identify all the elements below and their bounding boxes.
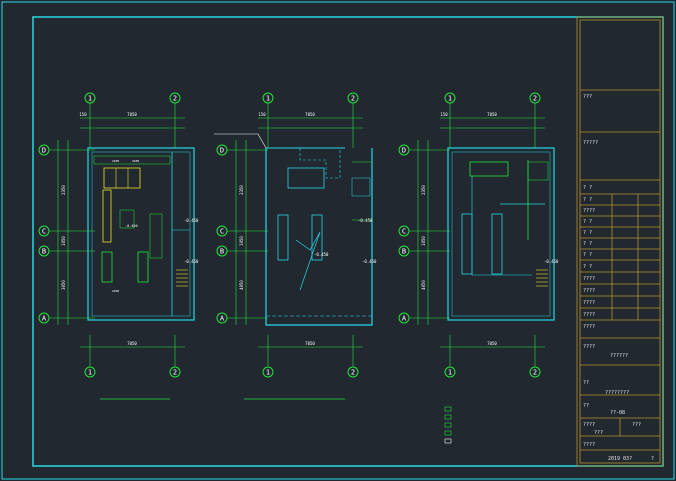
svg-text:? ?: ? ?: [583, 230, 592, 236]
level-label: -0.450: [358, 218, 373, 223]
axis-label: D: [42, 147, 46, 155]
dimension-text: 7050: [305, 112, 315, 117]
side-dimension: 4050: [239, 280, 244, 290]
tb-row2: ?????: [583, 140, 598, 146]
tb-scale-label: ????: [583, 422, 595, 428]
axis-label: 2: [533, 95, 537, 103]
svg-text:? ?: ? ?: [583, 197, 592, 203]
axis-label: 2: [173, 95, 177, 103]
svg-text:????: ????: [583, 300, 595, 306]
legend: [444, 406, 452, 444]
axis-label: 2: [533, 369, 537, 377]
axis-label: C: [220, 228, 224, 236]
side-dimension: 1050: [61, 236, 66, 246]
tb-row3: ? ?: [583, 185, 592, 191]
dimension-text: 7050: [305, 341, 315, 346]
stair: [536, 269, 548, 287]
axis-label: D: [402, 147, 406, 155]
axis-label: A: [42, 315, 47, 323]
equipment: [137, 251, 149, 283]
axis-label: C: [42, 228, 46, 236]
tb-date-value: 2019 03?: [608, 456, 632, 462]
axis-label: 1: [88, 369, 92, 377]
dimension-text: 7050: [487, 341, 497, 346]
svg-text:????: ????: [583, 312, 595, 318]
tb-date-label: ????: [583, 442, 595, 448]
plan-3: 1 2 7050 150 7050 1 2 D C B A 2350 1050 …: [398, 92, 559, 444]
room-label: -0.450: [125, 224, 138, 228]
tb-project-label: ????: [583, 324, 595, 330]
dimension-text: 7050: [127, 341, 137, 346]
tb-page-value: ?: [651, 456, 654, 462]
dimension-text: 150: [440, 112, 448, 117]
axis-label: 2: [351, 369, 355, 377]
axis-label: A: [402, 315, 407, 323]
equipment: [102, 189, 112, 243]
axis-label: B: [42, 248, 46, 256]
svg-text:????: ????: [583, 208, 595, 214]
tb-drawing-value: ????????: [605, 390, 629, 396]
dimension-text: 150: [79, 112, 87, 117]
axis-label: C: [402, 228, 406, 236]
tb-drawing-label2: ??: [583, 380, 589, 386]
room-label: 2400: [132, 159, 139, 163]
axis-label: 1: [266, 369, 270, 377]
title-block-text: ??? ????? ? ? ? ? ???? ? ? ? ? ? ? ? ? ?…: [583, 94, 654, 462]
tb-row1: ???: [583, 94, 592, 100]
axis-label: 1: [448, 369, 452, 377]
svg-text:? ?: ? ?: [583, 241, 592, 247]
svg-text:? ?: ? ?: [583, 264, 592, 270]
equipment: [103, 167, 141, 189]
axis-label: 1: [448, 95, 452, 103]
plan-1: 1 2 7050 150 7050 1 2 D C B A 2350 1050 …: [38, 92, 199, 400]
side-dimension: 3050: [61, 280, 66, 290]
side-dimension: 2350: [61, 185, 66, 195]
svg-text:????: ????: [583, 288, 595, 294]
side-dimension: 2350: [239, 185, 244, 195]
svg-text:? ?: ? ?: [583, 219, 592, 225]
level-label: -0.450: [362, 259, 377, 264]
room-label: 2400: [112, 159, 119, 163]
dimension-text: 7050: [127, 112, 137, 117]
level-label: -0.450: [544, 259, 559, 264]
room-label: 2400: [112, 289, 119, 293]
dimension-text: 150: [258, 112, 266, 117]
tb-scale-value: ???: [594, 430, 603, 436]
tb-drawing-label: ????: [583, 344, 595, 350]
side-dimension: 4050: [421, 280, 426, 290]
room-outline: [447, 147, 555, 321]
room-outline: [265, 148, 373, 326]
axis-label: D: [220, 147, 224, 155]
tb-number-label: ??: [583, 403, 589, 409]
side-dimension: 1050: [421, 236, 426, 246]
axis-label: B: [402, 248, 406, 256]
level-label: -0.450: [314, 252, 329, 257]
tb-sheet-label: ???: [632, 422, 641, 428]
level-label: -0.450: [184, 218, 199, 223]
dimension-text: 7050: [487, 112, 497, 117]
axis-label: A: [220, 315, 225, 323]
cad-drawing-canvas: 1 2 7050 150 7050 1 2 D C B A 2350 1050 …: [1, 1, 675, 480]
stair: [176, 269, 188, 287]
svg-text:????: ????: [583, 276, 595, 282]
equipment: [101, 251, 113, 283]
side-dimension: 2350: [421, 185, 426, 195]
axis-label: 1: [88, 95, 92, 103]
svg-text:? ?: ? ?: [583, 252, 592, 258]
plan-2: 1 2 7050 150 7050 1 2 D C B A 2350 1050 …: [214, 92, 377, 400]
tb-number-value: ??-08: [610, 410, 625, 416]
axis-label: 2: [351, 95, 355, 103]
tb-project-value: ??????: [610, 353, 628, 359]
axis-label: 1: [266, 95, 270, 103]
side-dimension: 1050: [239, 236, 244, 246]
axis-label: 2: [173, 369, 177, 377]
level-label: -0.450: [184, 259, 199, 264]
axis-label: B: [220, 248, 224, 256]
